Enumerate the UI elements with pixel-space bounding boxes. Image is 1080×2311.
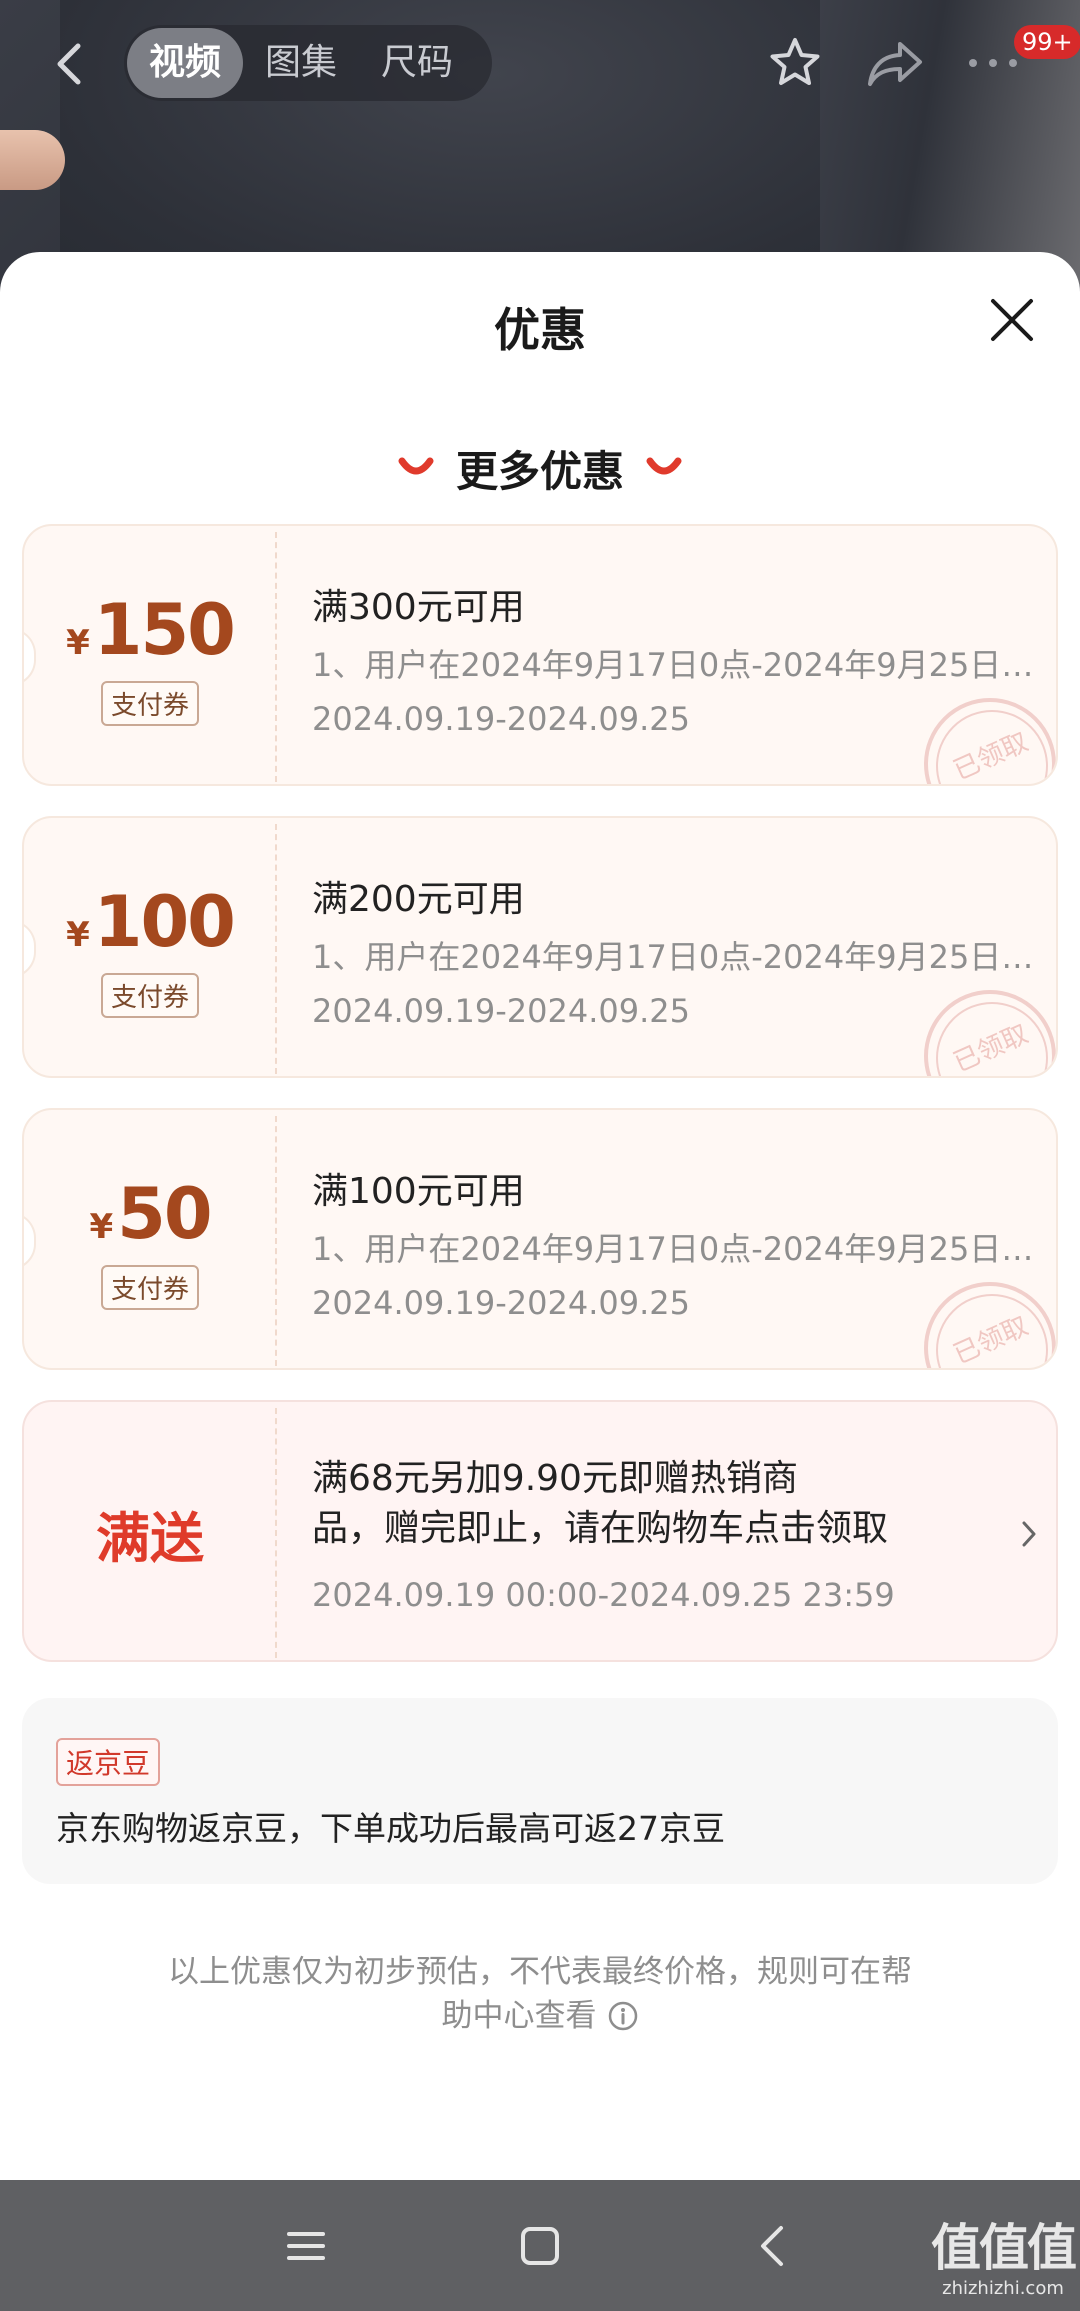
- hand-image: [0, 130, 65, 190]
- back-button[interactable]: [40, 36, 96, 92]
- coupon-dates: 2024.09.19-2024.09.25: [312, 1284, 690, 1322]
- notification-badge: 99+: [1014, 25, 1080, 59]
- gift-detail-arrow[interactable]: [1014, 1514, 1044, 1554]
- jingdou-card: 返京豆 京东购物返京豆，下单成功后最高可返27京豆: [22, 1698, 1058, 1884]
- stamp-text: 已领取: [949, 1311, 1033, 1370]
- gift-dates: 2024.09.19 00:00-2024.09.25 23:59: [312, 1576, 895, 1614]
- gift-label: 满送: [96, 1506, 204, 1570]
- star-icon: [770, 38, 820, 85]
- coupon-amount: 100: [93, 880, 236, 963]
- coupon-card[interactable]: ¥ 100 支付券 满200元可用 1、用户在2024年9月17日0点-2024…: [22, 816, 1058, 1078]
- recent-apps-button[interactable]: [278, 2218, 334, 2274]
- coupon-divider: [275, 1116, 277, 1366]
- coupon-divider: [275, 1408, 277, 1658]
- coupon-details: 满300元可用 1、用户在2024年9月17日0点-2024年9月25日24点期…: [312, 526, 1040, 784]
- coupon-value: ¥ 50 支付券: [24, 1110, 276, 1368]
- tab-video[interactable]: 视频: [127, 28, 244, 98]
- share-button[interactable]: [864, 32, 926, 94]
- chevron-right-icon: [1022, 1521, 1036, 1547]
- gift-description: 满68元另加9.90元即赠热销商 品，赠完即止，请在购物车点击领取: [312, 1454, 892, 1554]
- info-icon[interactable]: [607, 2000, 639, 2032]
- disclaimer-line-1: 以上优惠仅为初步预估，不代表最终价格，规则可在帮: [168, 1954, 912, 1990]
- more-icon: [969, 59, 1017, 67]
- coupon-dates: 2024.09.19-2024.09.25: [312, 700, 690, 738]
- currency-symbol: ¥: [89, 1206, 114, 1247]
- coupon-type-tag: 支付券: [100, 680, 199, 726]
- home-square-icon: [521, 2227, 559, 2265]
- gift-line-1: 满68元另加9.90元即赠热销商: [312, 1458, 798, 1499]
- coupon-divider: [275, 532, 277, 782]
- disclaimer-line-2: 助中心查看: [441, 1998, 597, 2034]
- currency-symbol: ¥: [66, 914, 90, 955]
- coupon-card[interactable]: ¥ 150 支付券 满300元可用 1、用户在2024年9月17日0点-2024…: [22, 524, 1058, 786]
- favorite-button[interactable]: [764, 32, 826, 94]
- gift-line-2: 品，赠完即止，请在购物车点击领取: [312, 1508, 889, 1549]
- coupon-amount: 150: [93, 588, 236, 671]
- watermark-url: zhizhizhi.com: [942, 2278, 1064, 2299]
- coupon-condition: 满300元可用: [312, 587, 525, 628]
- coupon-card[interactable]: ¥ 50 支付券 满100元可用 1、用户在2024年9月17日0点-2024年…: [22, 1108, 1058, 1370]
- sheet-title: 优惠: [494, 303, 586, 357]
- coupon-description: 1、用户在2024年9月17日0点-2024年9月25日24点期间: [312, 646, 1040, 684]
- gift-promo-card[interactable]: 满送 满68元另加9.90元即赠热销商 品，赠完即止，请在购物车点击领取 202…: [22, 1400, 1058, 1662]
- coupon-amount: 50: [117, 1172, 212, 1255]
- coupon-details: 满100元可用 1、用户在2024年9月17日0点-2024年9月25日24点期…: [312, 1110, 1040, 1368]
- coupon-condition: 满100元可用: [312, 1171, 525, 1212]
- coupon-value: ¥ 150 支付券: [24, 526, 276, 784]
- section-title: 更多优惠: [455, 446, 624, 496]
- coupon-condition: 满200元可用: [312, 879, 525, 920]
- coupon-divider: [275, 824, 277, 1074]
- close-button[interactable]: [984, 292, 1040, 348]
- stamp-text: 已领取: [949, 727, 1033, 786]
- section-header: 更多优惠: [0, 438, 1080, 498]
- media-tabs: 视频 图集 尺码: [124, 25, 492, 101]
- tab-gallery[interactable]: 图集: [243, 28, 359, 98]
- home-button[interactable]: [512, 2218, 568, 2274]
- back-icon: [761, 2226, 783, 2266]
- coupon-description: 1、用户在2024年9月17日0点-2024年9月25日24点期间: [312, 938, 1040, 976]
- close-icon: [991, 299, 1033, 341]
- smile-left-icon: [398, 457, 434, 475]
- coupon-type-tag: 支付券: [100, 972, 199, 1018]
- tab-size[interactable]: 尺码: [359, 28, 475, 98]
- top-nav-bar: 视频 图集 尺码 99+: [0, 0, 1080, 130]
- jingdou-tag: 返京豆: [56, 1738, 161, 1786]
- watermark-logo: 值值值: [931, 2219, 1077, 2277]
- menu-icon: [287, 2232, 325, 2260]
- smile-right-icon: [646, 457, 682, 475]
- disclaimer-note: 以上优惠仅为初步预估，不代表最终价格，规则可在帮 助中心查看: [120, 1950, 960, 2038]
- coupon-type-tag: 支付券: [100, 1264, 199, 1310]
- site-watermark: 值值值 zhizhizhi.com: [928, 2222, 1078, 2299]
- back-icon: [57, 43, 81, 85]
- coupon-value: ¥ 100 支付券: [24, 818, 276, 1076]
- system-back-button[interactable]: [744, 2218, 800, 2274]
- coupon-dates: 2024.09.19-2024.09.25: [312, 992, 690, 1030]
- currency-symbol: ¥: [66, 622, 90, 663]
- jingdou-text: 京东购物返京豆，下单成功后最高可返27京豆: [56, 1809, 725, 1848]
- coupon-details: 满200元可用 1、用户在2024年9月17日0点-2024年9月25日24点期…: [312, 818, 1040, 1076]
- share-icon: [868, 42, 922, 86]
- system-nav-bar: [0, 2180, 1080, 2311]
- coupon-description: 1、用户在2024年9月17日0点-2024年9月25日24点期间: [312, 1230, 1040, 1268]
- stamp-text: 已领取: [949, 1019, 1033, 1078]
